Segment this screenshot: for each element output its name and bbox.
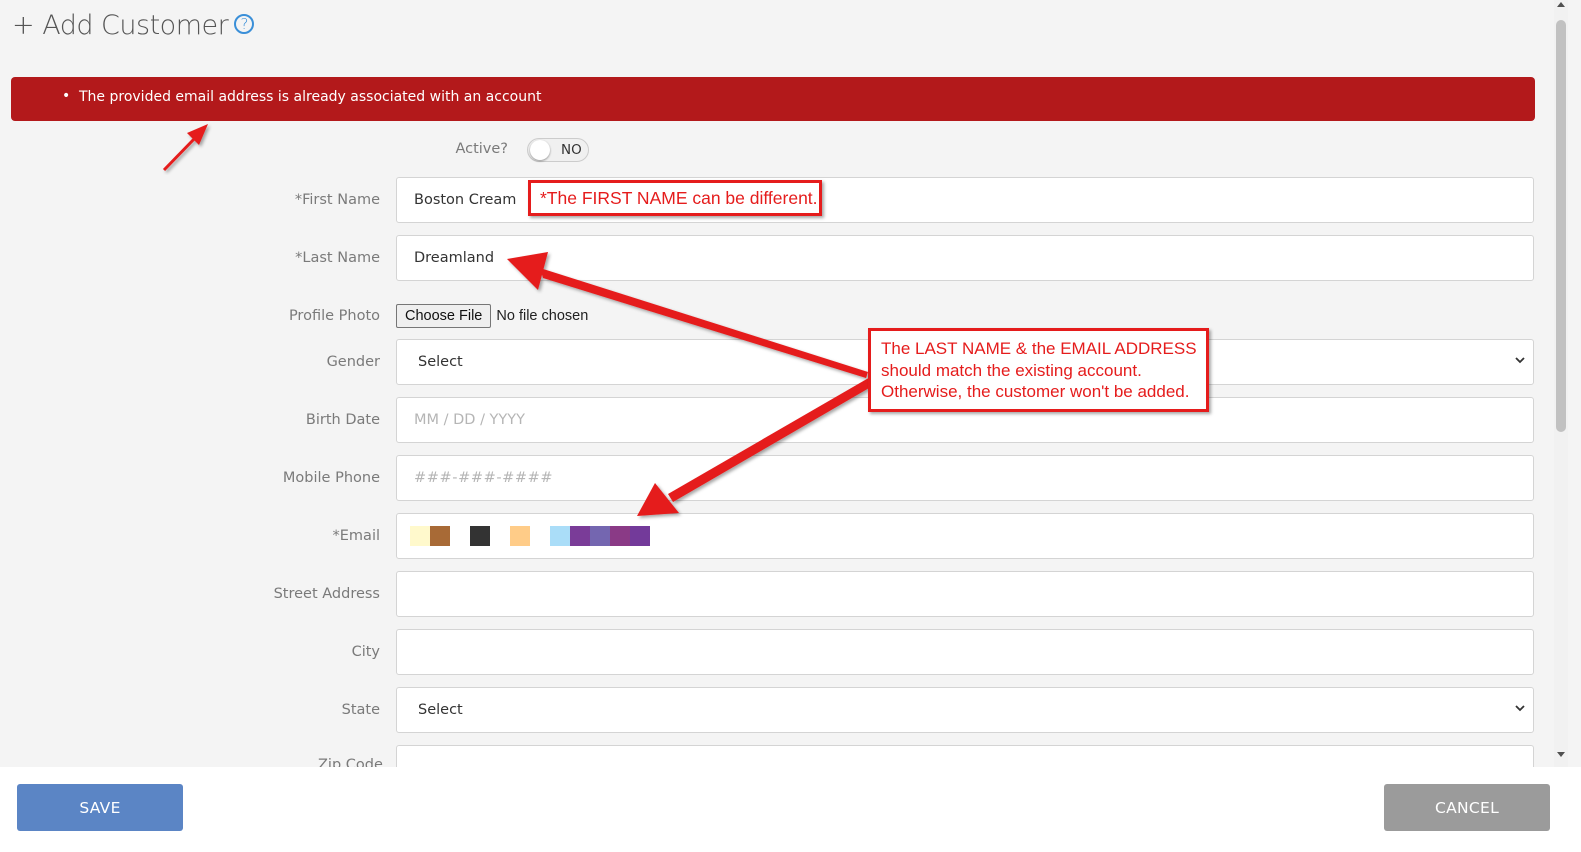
chevron-down-icon bbox=[1515, 705, 1525, 712]
alert-message: The provided email address is already as… bbox=[79, 89, 542, 105]
cancel-button[interactable]: CANCEL bbox=[1384, 784, 1550, 831]
birth-date-label: Birth Date bbox=[305, 412, 380, 428]
state-label: State bbox=[341, 702, 380, 718]
arrow-to-alert bbox=[162, 124, 208, 172]
active-label: Active? bbox=[455, 141, 508, 157]
question-circle-icon[interactable]: ? bbox=[234, 13, 255, 34]
page-title: + Add Customer ? bbox=[12, 10, 255, 41]
last-name-label: *Last Name bbox=[295, 250, 380, 266]
chevron-down-icon bbox=[1515, 357, 1525, 364]
scrollbar-thumb[interactable] bbox=[1556, 20, 1566, 432]
annotation-line-3: Otherwise, the customer won't be added. bbox=[881, 382, 1190, 401]
mobile-phone-label: Mobile Phone bbox=[282, 470, 380, 486]
annotation-line-2: should match the existing account. bbox=[881, 360, 1142, 380]
profile-photo-label: Profile Photo bbox=[288, 308, 380, 324]
page-scrollbar[interactable] bbox=[1554, 0, 1568, 767]
annotation-line-1: The LAST NAME & the EMAIL ADDRESS bbox=[881, 339, 1197, 358]
scroll-up-icon[interactable] bbox=[1557, 2, 1565, 7]
city-field[interactable] bbox=[396, 629, 1534, 675]
last-name-value: Dreamland bbox=[414, 250, 495, 266]
page-title-text: + Add Customer bbox=[12, 10, 229, 41]
gender-label: Gender bbox=[326, 354, 380, 370]
birth-date-placeholder: MM / DD / YYYY bbox=[414, 412, 525, 428]
footer-bar bbox=[0, 767, 1581, 852]
toggle-knob bbox=[530, 140, 550, 160]
state-selected: Select bbox=[418, 702, 463, 718]
redaction-block bbox=[610, 526, 630, 546]
redaction-block bbox=[630, 526, 650, 546]
choose-file-button[interactable]: Choose File bbox=[396, 304, 492, 328]
gender-selected: Select bbox=[418, 354, 463, 370]
email-label: *Email bbox=[332, 528, 380, 544]
profile-photo-input: Choose File No file chosen bbox=[396, 304, 588, 328]
city-label: City bbox=[351, 644, 380, 660]
redaction-block bbox=[510, 526, 530, 546]
annotation-first-name: *The FIRST NAME can be different. bbox=[528, 180, 822, 216]
redaction-block bbox=[550, 526, 570, 546]
redaction-block bbox=[470, 526, 490, 546]
redaction-block bbox=[570, 526, 590, 546]
state-select[interactable]: Select bbox=[396, 687, 1534, 733]
annotation-last-name-email: The LAST NAME & the EMAIL ADDRESS should… bbox=[868, 328, 1209, 412]
email-field[interactable] bbox=[396, 513, 1534, 559]
zip-code-field[interactable] bbox=[396, 745, 1534, 767]
redaction-block bbox=[490, 526, 510, 546]
email-redacted-value bbox=[410, 526, 650, 546]
toggle-text: NO bbox=[561, 142, 582, 158]
mobile-phone-placeholder: ###-###-#### bbox=[414, 470, 554, 486]
redaction-block bbox=[410, 526, 430, 546]
save-button[interactable]: SAVE bbox=[17, 784, 183, 831]
alert-bullet: • bbox=[62, 88, 71, 104]
error-alert: • The provided email address is already … bbox=[11, 77, 1535, 121]
street-address-field[interactable] bbox=[396, 571, 1534, 617]
first-name-label: *First Name bbox=[294, 192, 380, 208]
first-name-value: Boston Cream bbox=[414, 192, 517, 208]
scroll-down-icon[interactable] bbox=[1557, 752, 1565, 757]
file-status: No file chosen bbox=[496, 308, 589, 324]
redaction-block bbox=[430, 526, 450, 546]
redaction-block bbox=[530, 526, 550, 546]
zip-code-label: Zip Code bbox=[318, 757, 383, 767]
redaction-block bbox=[590, 526, 610, 546]
active-toggle[interactable]: NO bbox=[527, 138, 589, 162]
mobile-phone-field[interactable]: ###-###-#### bbox=[396, 455, 1534, 501]
street-address-label: Street Address bbox=[273, 586, 380, 602]
last-name-field[interactable]: Dreamland bbox=[396, 235, 1534, 281]
redaction-block bbox=[450, 526, 470, 546]
